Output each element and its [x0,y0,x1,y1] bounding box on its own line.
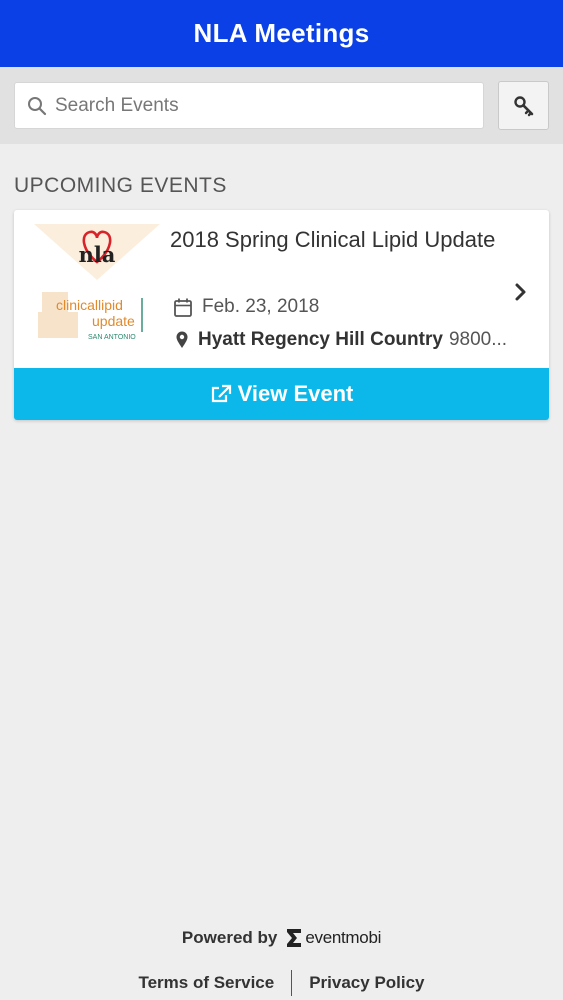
event-card-body[interactable]: nla clinicallipid update SAN ANTONIO 201… [14,210,549,368]
search-input[interactable] [55,85,455,126]
event-card[interactable]: nla clinicallipid update SAN ANTONIO 201… [14,210,549,420]
privacy-policy-link[interactable]: Privacy Policy [309,973,424,993]
event-date: Feb. 23, 2018 [202,296,320,317]
eventmobi-brand-name: eventmobi [305,928,382,947]
chevron-right-icon[interactable] [514,282,528,302]
search-box[interactable] [14,82,484,129]
eventmobi-logo[interactable]: eventmobi [285,927,381,949]
map-pin-icon [176,331,188,348]
event-title[interactable]: 2018 Spring Clinical Lipid Update [170,224,500,255]
app-header: NLA Meetings [0,0,563,67]
powered-by: Powered by eventmobi [0,927,563,949]
terms-of-service-link[interactable]: Terms of Service [138,973,274,993]
event-logo: nla clinicallipid update SAN ANTONIO [34,224,160,341]
logo-mark-text: nla [79,242,116,267]
event-date-row: Feb. 23, 2018 [174,296,319,318]
event-venue-name: Hyatt Regency Hill Country [198,329,443,350]
external-link-icon [211,384,231,403]
eventmobi-mark-icon [287,929,302,947]
footer-divider [291,970,293,996]
view-event-label: View Event [237,381,354,406]
powered-by-label: Powered by [181,928,278,947]
login-key-button[interactable] [498,81,549,130]
event-venue-address: 9800... [448,329,508,350]
calendar-icon [174,298,192,317]
event-venue-row: Hyatt Regency Hill Country 9800... [176,329,516,351]
logo-line-2: update [92,313,135,329]
view-event-button[interactable]: View Event [14,368,549,420]
logo-line-3: SAN ANTONIO [88,334,136,341]
section-title: UPCOMING EVENTS [14,174,227,197]
footer-links: Terms of Service Privacy Policy [0,970,563,996]
logo-line-1: clinicallipid [56,297,123,313]
key-icon [513,95,533,116]
page-title: NLA Meetings [193,18,370,48]
search-bar [0,67,563,144]
search-icon [28,96,47,115]
